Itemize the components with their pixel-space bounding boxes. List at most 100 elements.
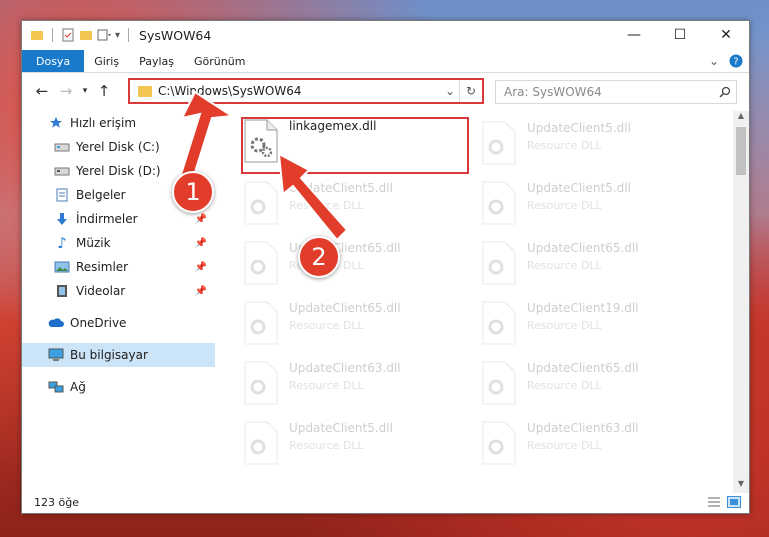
scroll-up-arrow[interactable]: ▲ bbox=[733, 111, 749, 125]
pin-icon[interactable]: 📌 bbox=[195, 238, 207, 249]
file-tile[interactable]: UpdateClient5.dll Resource DLL bbox=[481, 181, 681, 237]
video-icon bbox=[54, 283, 70, 299]
file-description: Resource DLL bbox=[289, 439, 364, 452]
toolbar-divider bbox=[52, 28, 53, 42]
sidebar-item-label: İndirmeler bbox=[76, 212, 138, 226]
file-tile[interactable]: UpdateClient65.dll Resource DLL bbox=[243, 301, 443, 357]
file-tile[interactable]: UpdateClient63.dll Resource DLL bbox=[243, 361, 443, 417]
dll-file-icon bbox=[481, 361, 521, 407]
drive-icon bbox=[54, 139, 70, 155]
pin-icon[interactable]: 📌 bbox=[195, 286, 207, 297]
file-tile[interactable]: UpdateClient5.dll Resource DLL bbox=[481, 121, 681, 177]
sidebar-item-label: Belgeler bbox=[76, 188, 126, 202]
view-switcher bbox=[707, 496, 749, 508]
pin-icon[interactable]: 📌 bbox=[195, 214, 207, 225]
dll-file-icon bbox=[243, 361, 283, 407]
file-description: Resource DLL bbox=[527, 139, 602, 152]
quick-access-toolbar: ▾ bbox=[22, 28, 133, 42]
sidebar-item-videos[interactable]: Videolar 📌 bbox=[22, 279, 215, 303]
sidebar-item-pictures[interactable]: Resimler 📌 bbox=[22, 255, 215, 279]
scroll-thumb[interactable] bbox=[736, 127, 746, 175]
drive-icon bbox=[54, 163, 70, 179]
tab-file[interactable]: Dosya bbox=[22, 50, 85, 72]
sidebar-item-network[interactable]: Ağ bbox=[22, 375, 215, 399]
window-title: SysWOW64 bbox=[139, 27, 212, 43]
svg-text:?: ? bbox=[733, 57, 738, 68]
pictures-icon bbox=[54, 259, 70, 275]
file-tile[interactable]: UpdateClient63.dll Resource DLL bbox=[481, 421, 681, 477]
tab-share[interactable]: Paylaş bbox=[129, 50, 184, 72]
chevron-down-icon[interactable]: ⌄ bbox=[441, 84, 459, 98]
file-description: Resource DLL bbox=[527, 439, 602, 452]
file-description: Resource DLL bbox=[289, 319, 364, 332]
sidebar-item-label: Videolar bbox=[76, 284, 126, 298]
search-box[interactable]: Ara: SysWOW64 bbox=[495, 80, 737, 104]
file-name: UpdateClient5.dll bbox=[527, 181, 631, 195]
properties-icon[interactable] bbox=[61, 28, 75, 42]
status-bar: 123 öğe bbox=[22, 491, 749, 513]
dll-file-icon bbox=[481, 241, 521, 287]
sidebar-item-this-pc[interactable]: Bu bilgisayar bbox=[22, 343, 215, 367]
sidebar-item-label: Resimler bbox=[76, 260, 129, 274]
vertical-scrollbar[interactable]: ▲ ▼ bbox=[733, 111, 749, 493]
ribbon-right: ⌄ ? bbox=[709, 50, 749, 72]
refresh-button[interactable]: ↻ bbox=[459, 80, 482, 102]
file-name: UpdateClient63.dll bbox=[527, 421, 639, 435]
sidebar-item-label: Bu bilgisayar bbox=[70, 348, 148, 362]
title-divider bbox=[128, 28, 130, 42]
callout-badge-1: 1 bbox=[172, 171, 214, 213]
folder-icon bbox=[31, 31, 43, 40]
sidebar-item-onedrive[interactable]: OneDrive bbox=[22, 311, 215, 335]
close-button[interactable]: ✕ bbox=[703, 21, 749, 49]
tab-view[interactable]: Görünüm bbox=[184, 50, 255, 72]
up-button[interactable]: ↑ bbox=[92, 79, 116, 103]
file-description: Resource DLL bbox=[527, 199, 602, 212]
new-folder-icon[interactable] bbox=[79, 28, 93, 42]
file-description: Resource DLL bbox=[527, 259, 602, 272]
search-icon[interactable] bbox=[714, 86, 736, 98]
file-name: UpdateClient63.dll bbox=[289, 361, 401, 375]
file-name: UpdateClient5.dll bbox=[289, 421, 393, 435]
music-icon: ♪ bbox=[57, 234, 67, 252]
back-button[interactable]: ← bbox=[30, 79, 54, 103]
customize-toolbar-icon[interactable] bbox=[97, 28, 111, 42]
expand-ribbon-icon[interactable]: ⌄ bbox=[709, 54, 719, 68]
file-tile[interactable]: UpdateClient5.dll Resource DLL bbox=[243, 421, 443, 477]
sidebar-item-label: Yerel Disk (D:) bbox=[76, 164, 161, 178]
computer-icon bbox=[48, 347, 64, 363]
dll-file-icon bbox=[481, 121, 521, 167]
documents-icon bbox=[54, 187, 70, 203]
maximize-button[interactable]: ☐ bbox=[657, 21, 703, 49]
tiles-view-icon[interactable] bbox=[727, 496, 741, 508]
forward-button[interactable]: → bbox=[54, 79, 78, 103]
sidebar-item-music[interactable]: ♪ Müzik 📌 bbox=[22, 231, 215, 255]
search-input[interactable]: Ara: SysWOW64 bbox=[496, 85, 714, 99]
file-name: UpdateClient65.dll bbox=[527, 361, 639, 375]
dll-file-icon bbox=[243, 421, 283, 467]
file-tile[interactable]: UpdateClient65.dll Resource DLL bbox=[481, 361, 681, 417]
tab-home[interactable]: Giriş bbox=[84, 50, 129, 72]
help-icon[interactable]: ? bbox=[729, 54, 743, 68]
file-tile[interactable]: UpdateClient19.dll Resource DLL bbox=[481, 301, 681, 357]
sidebar-item-label: Müzik bbox=[76, 236, 111, 250]
cloud-icon bbox=[48, 315, 64, 331]
file-tile[interactable]: UpdateClient65.dll Resource DLL bbox=[481, 241, 681, 297]
recent-locations-button[interactable]: ▾ bbox=[78, 79, 92, 103]
file-name: UpdateClient65.dll bbox=[289, 301, 401, 315]
details-view-icon[interactable] bbox=[707, 496, 721, 508]
dll-file-icon bbox=[243, 301, 283, 347]
dll-file-icon bbox=[481, 421, 521, 467]
pin-icon[interactable]: 📌 bbox=[195, 262, 207, 273]
quick-access-dropdown[interactable]: ▾ bbox=[115, 30, 120, 41]
minimize-button[interactable]: — bbox=[611, 21, 657, 49]
file-description: Resource DLL bbox=[289, 379, 364, 392]
network-icon bbox=[48, 379, 64, 395]
item-count: 123 öğe bbox=[34, 495, 79, 509]
navigation-bar: ← → ▾ ↑ C:\Windows\SysWOW64 ⌄ ↻ Ara: Sys… bbox=[22, 73, 749, 109]
sidebar-item-label: Ağ bbox=[70, 380, 86, 394]
window-controls: — ☐ ✕ bbox=[611, 21, 749, 49]
sidebar-item-label: Yerel Disk (C:) bbox=[76, 140, 160, 154]
explorer-window: ▾ SysWOW64 — ☐ ✕ Dosya Giriş Paylaş Görü… bbox=[21, 20, 750, 514]
star-icon bbox=[48, 115, 64, 131]
file-description: Resource DLL bbox=[527, 379, 602, 392]
